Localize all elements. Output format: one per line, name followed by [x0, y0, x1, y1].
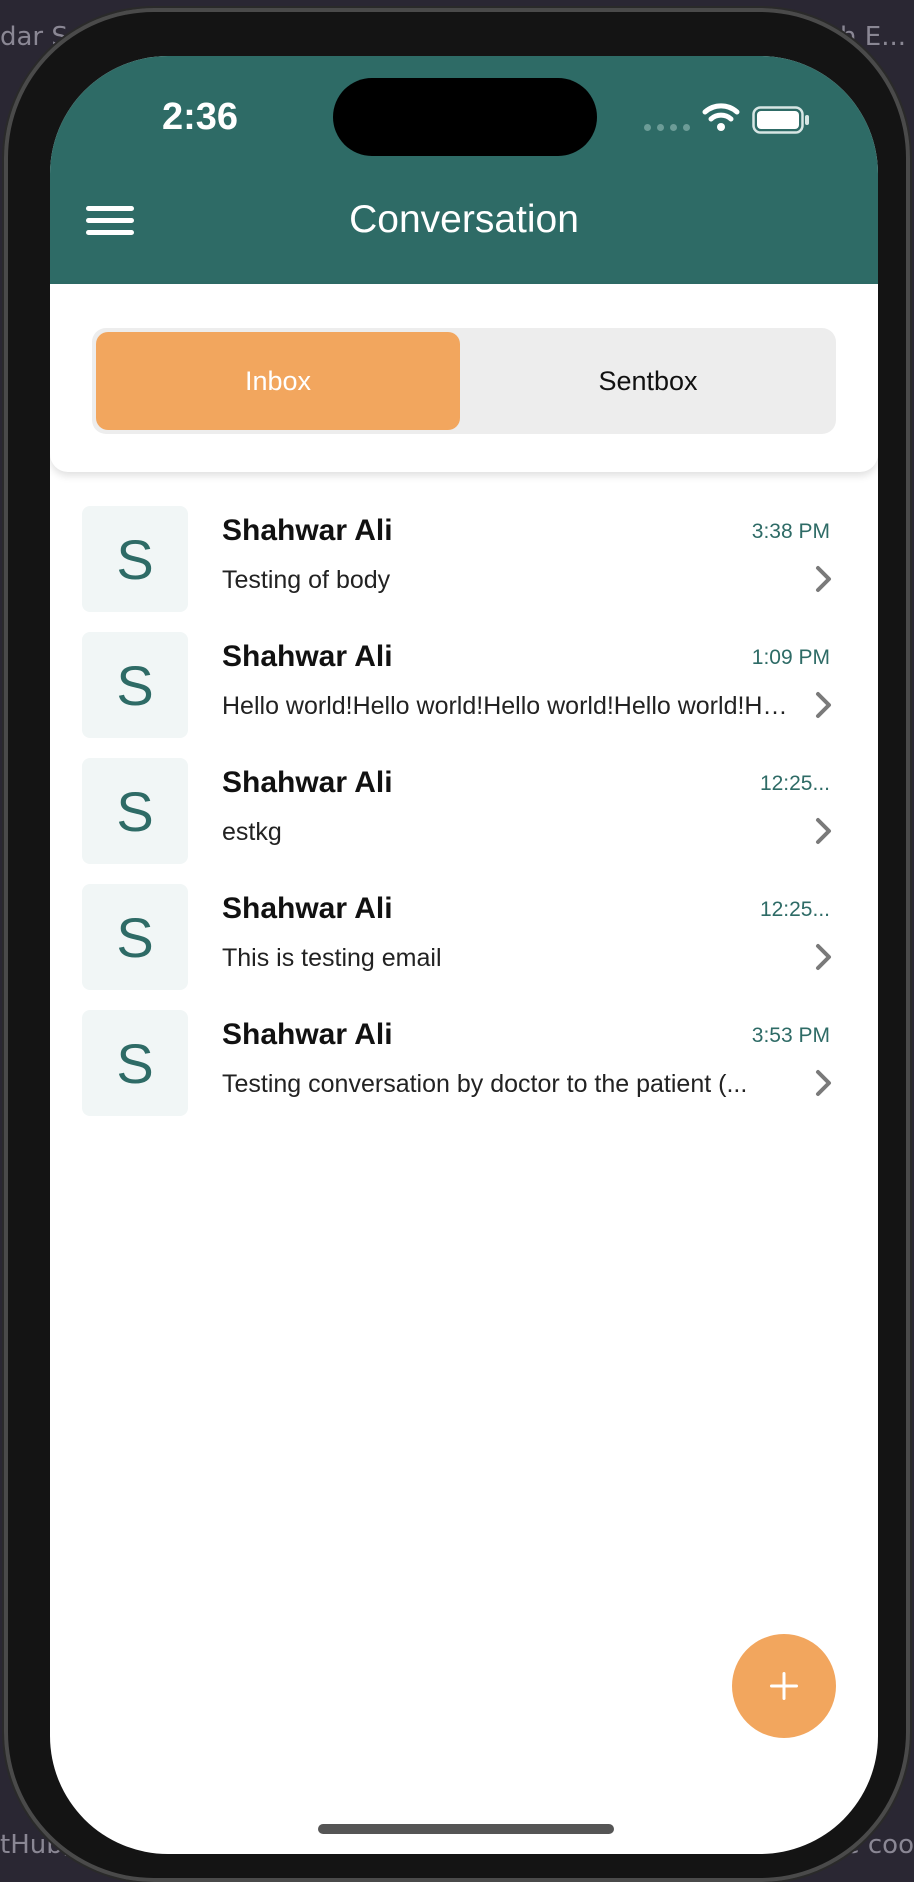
sender-name: Shahwar Ali — [222, 1018, 393, 1051]
tab-inbox[interactable]: Inbox — [96, 332, 460, 430]
status-time: 2:36 — [162, 96, 239, 138]
phone-frame: 2:36 Conversation Inbox Sentbox S Shahwa… — [4, 8, 910, 1882]
compose-button[interactable] — [732, 1634, 836, 1738]
page-title: Conversation — [349, 198, 579, 241]
sender-name: Shahwar Ali — [222, 892, 393, 925]
message-preview: Testing of body — [222, 566, 391, 594]
app-screen: 2:36 Conversation Inbox Sentbox S Shahwa… — [50, 56, 878, 1854]
message-row[interactable]: S Shahwar Ali 3:38 PM Testing of body — [50, 496, 878, 622]
chevron-right-icon — [816, 566, 831, 592]
tab-sentbox[interactable]: Sentbox — [464, 332, 832, 430]
sender-name: Shahwar Ali — [222, 766, 393, 799]
app-header: 2:36 Conversation — [50, 56, 878, 284]
battery-icon — [752, 106, 809, 134]
message-time: 12:25... — [759, 898, 830, 921]
tabs-card: Inbox Sentbox — [50, 284, 878, 472]
chevron-right-icon — [816, 818, 831, 844]
chevron-right-icon — [816, 692, 831, 718]
home-indicator[interactable] — [318, 1824, 614, 1834]
message-time: 3:53 PM — [751, 1024, 830, 1047]
message-row[interactable]: S Shahwar Ali 12:25... estkg — [50, 748, 878, 874]
avatar: S — [82, 758, 188, 864]
avatar: S — [82, 1010, 188, 1116]
mailbox-segmented-control: Inbox Sentbox — [92, 328, 836, 434]
message-preview: estkg — [222, 818, 282, 846]
message-preview: This is testing email — [222, 944, 442, 972]
message-list: S Shahwar Ali 3:38 PM Testing of body S … — [50, 496, 878, 1126]
wifi-icon — [702, 103, 740, 131]
sender-name: Shahwar Ali — [222, 640, 393, 673]
message-row[interactable]: S Shahwar Ali 12:25... This is testing e… — [50, 874, 878, 1000]
plus-icon — [770, 1672, 798, 1700]
cellular-signal-icon — [644, 124, 690, 131]
avatar: S — [82, 884, 188, 990]
dynamic-island — [333, 78, 597, 156]
sender-name: Shahwar Ali — [222, 514, 393, 547]
message-preview: Hello world!Hello world!Hello world!Hell… — [222, 692, 792, 720]
avatar: S — [82, 506, 188, 612]
message-preview: Testing conversation by doctor to the pa… — [222, 1070, 748, 1098]
avatar: S — [82, 632, 188, 738]
message-row[interactable]: S Shahwar Ali 3:53 PM Testing conversati… — [50, 1000, 878, 1126]
message-time: 12:25... — [759, 772, 830, 795]
chevron-right-icon — [816, 944, 831, 970]
message-row[interactable]: S Shahwar Ali 1:09 PM Hello world!Hello … — [50, 622, 878, 748]
message-time: 1:09 PM — [751, 646, 830, 669]
chevron-right-icon — [816, 1070, 831, 1096]
message-time: 3:38 PM — [751, 520, 830, 543]
